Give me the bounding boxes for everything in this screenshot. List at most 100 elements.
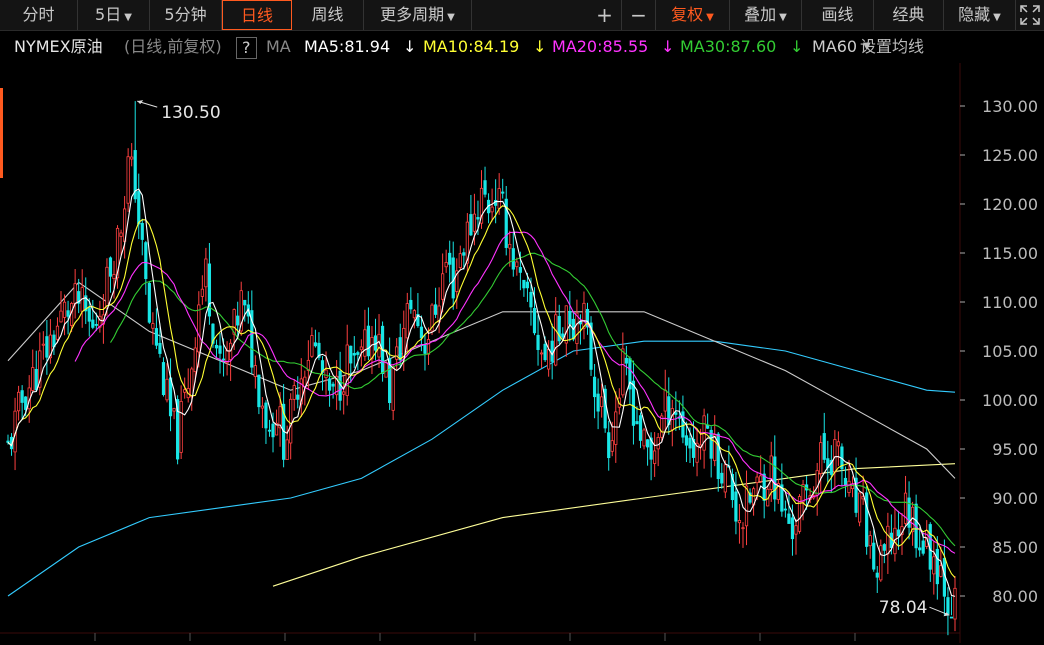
candle-body: [469, 214, 473, 236]
tab-5min[interactable]: 5分钟: [150, 0, 222, 30]
classic-button[interactable]: 经典: [874, 0, 944, 30]
candle-body: [744, 485, 749, 527]
candle-body: [31, 367, 35, 391]
candle-body: [433, 304, 438, 315]
candle-body: [426, 339, 431, 355]
candle-body: [172, 408, 176, 412]
candle-body: [819, 442, 823, 474]
candle-body: [285, 439, 289, 460]
candle-body: [257, 374, 261, 408]
candle-body: [126, 156, 130, 204]
candle-body: [59, 310, 63, 323]
tab-weekly[interactable]: 周线: [292, 0, 364, 30]
candle-body: [441, 273, 445, 300]
candle-body: [857, 492, 862, 523]
draw-line-button[interactable]: 画线: [802, 0, 874, 30]
candle-body: [872, 542, 876, 570]
candle-body: [24, 396, 28, 410]
candle-body: [458, 253, 462, 268]
candle-body: [370, 337, 374, 360]
candle-body: [815, 470, 819, 496]
candle-body: [462, 252, 466, 256]
y-tick-label: 110.00: [982, 293, 1038, 312]
candle-body: [501, 191, 505, 194]
candle-body: [575, 312, 579, 344]
candle-body: [918, 547, 922, 551]
candle-body: [119, 232, 123, 237]
candle-body: [674, 412, 678, 415]
ma20-down-arrow-icon: ↓: [661, 37, 675, 56]
candle-body: [271, 423, 275, 438]
fullscreen-icon[interactable]: [1016, 0, 1044, 30]
candle-body: [154, 328, 159, 346]
candle-body: [759, 475, 763, 482]
candle-body: [448, 252, 452, 265]
fuquan-button[interactable]: 复权 ▼: [656, 0, 730, 30]
candle-body: [412, 310, 416, 319]
candle-body: [561, 333, 565, 338]
candle-body: [709, 429, 713, 459]
hide-button[interactable]: 隐藏 ▼: [944, 0, 1016, 30]
overlay-button[interactable]: 叠加 ▼: [730, 0, 802, 30]
candle-body: [896, 529, 901, 537]
candlestick-chart[interactable]: 130.00 125.00 120.00 115.00 110.00 105.00 100.…: [0, 63, 1044, 645]
candle-body: [147, 282, 151, 323]
candle-body: [720, 472, 724, 484]
candle-body: [734, 491, 738, 522]
tab-5day-label: 5日: [95, 5, 122, 24]
candle-body: [868, 535, 872, 547]
candle-body: [158, 342, 162, 354]
ma30-value: MA30:87.60: [680, 37, 777, 56]
candle-body: [847, 480, 851, 493]
help-button[interactable]: ?: [236, 37, 257, 59]
candle-body: [214, 344, 219, 349]
candle-body: [614, 411, 618, 445]
more-periods-label: 更多周期: [380, 5, 445, 24]
ma120-line: [7, 340, 956, 597]
overlay-label: 叠加: [744, 5, 777, 24]
tab-fenshi[interactable]: 分时: [0, 0, 78, 30]
zoom-in-button[interactable]: +: [588, 0, 622, 30]
candle-body: [525, 281, 530, 289]
ma10-down-arrow-icon: ↓: [533, 37, 547, 56]
candle-body: [762, 473, 766, 501]
candle-body: [221, 358, 226, 361]
candle-body: [932, 556, 936, 575]
candle-body: [161, 362, 166, 396]
candle-body: [472, 213, 477, 232]
candle-body: [706, 424, 710, 429]
chevron-down-icon: ▼: [863, 41, 871, 52]
candle-body: [529, 291, 533, 308]
candle-body: [218, 345, 222, 354]
fuquan-label: 复权: [671, 5, 704, 24]
candle-body: [539, 352, 544, 355]
candle-body: [292, 385, 296, 400]
candle-body: [108, 257, 113, 277]
zoom-out-button[interactable]: −: [622, 0, 656, 30]
candle-body: [949, 616, 954, 619]
candle-body: [451, 257, 455, 299]
tab-more-periods[interactable]: 更多周期 ▼: [364, 0, 472, 30]
tab-5day[interactable]: 5日 ▼: [78, 0, 150, 30]
high-label: 130.50: [161, 103, 220, 123]
tab-daily[interactable]: 日线: [222, 0, 292, 30]
y-tick-label: 100.00: [982, 391, 1038, 410]
candle-body: [681, 411, 685, 438]
candle-body: [490, 206, 494, 213]
candle-body: [112, 274, 116, 279]
candle-body: [624, 357, 628, 364]
candle-body: [444, 262, 448, 268]
candle-body: [197, 304, 201, 353]
y-tick-label: 95.00: [992, 440, 1038, 459]
candle-body: [550, 340, 554, 362]
candle-body: [405, 303, 409, 339]
candle-body: [645, 439, 650, 448]
candle-body: [179, 400, 183, 453]
candle-body: [419, 326, 424, 339]
y-tick-label: 120.00: [982, 195, 1038, 214]
candle-body: [165, 378, 169, 401]
chart-mode: (日线,前复权): [124, 37, 222, 56]
candle-body: [886, 525, 890, 555]
candle-body: [55, 325, 60, 340]
candle-body: [87, 307, 91, 322]
